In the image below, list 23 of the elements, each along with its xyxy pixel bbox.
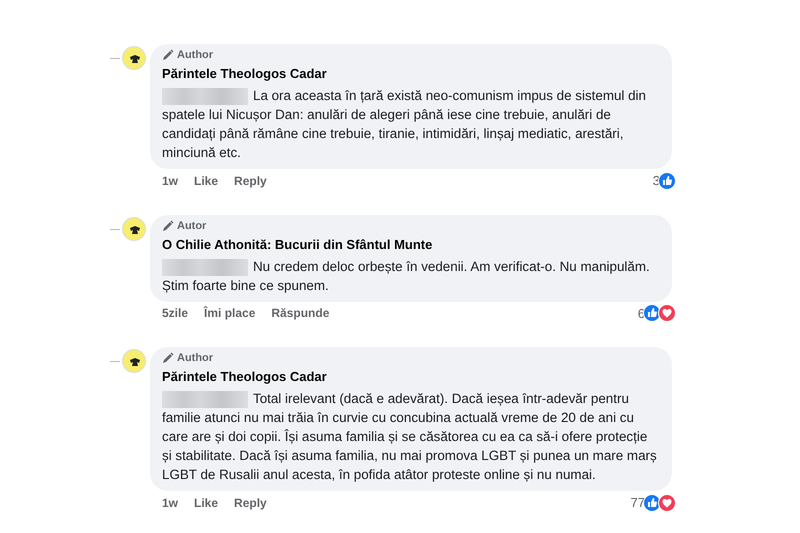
- avatar[interactable]: [122, 46, 146, 70]
- like-link[interactable]: Îmi place: [204, 304, 256, 322]
- author-label: Author: [177, 351, 214, 365]
- reply-link[interactable]: Răspunde: [271, 304, 330, 322]
- timestamp[interactable]: 1w: [162, 172, 178, 190]
- timestamp[interactable]: 1w: [162, 494, 178, 512]
- author-label: Author: [177, 48, 214, 62]
- author-name[interactable]: Părintele Theologos Cadar: [162, 65, 327, 82]
- avatar[interactable]: [122, 349, 146, 373]
- pen-icon: [162, 352, 174, 364]
- author-name[interactable]: Părintele Theologos Cadar: [162, 368, 327, 385]
- thumbs-up-icon: [658, 172, 676, 190]
- pen-icon: [162, 220, 174, 232]
- like-link[interactable]: Like: [194, 494, 218, 512]
- timestamp[interactable]: 5zile: [162, 304, 188, 322]
- like-link[interactable]: Like: [194, 172, 218, 190]
- reply-link[interactable]: Reply: [234, 172, 267, 190]
- author-label: Autor: [177, 218, 206, 232]
- author-name[interactable]: O Chilie Athonită: Bucurii din Sfântul Munte: [162, 236, 432, 252]
- reaction-count[interactable]: 77: [630, 493, 645, 512]
- avatar[interactable]: [122, 216, 146, 240]
- reply-link[interactable]: Reply: [234, 494, 267, 512]
- pen-icon: [162, 49, 174, 61]
